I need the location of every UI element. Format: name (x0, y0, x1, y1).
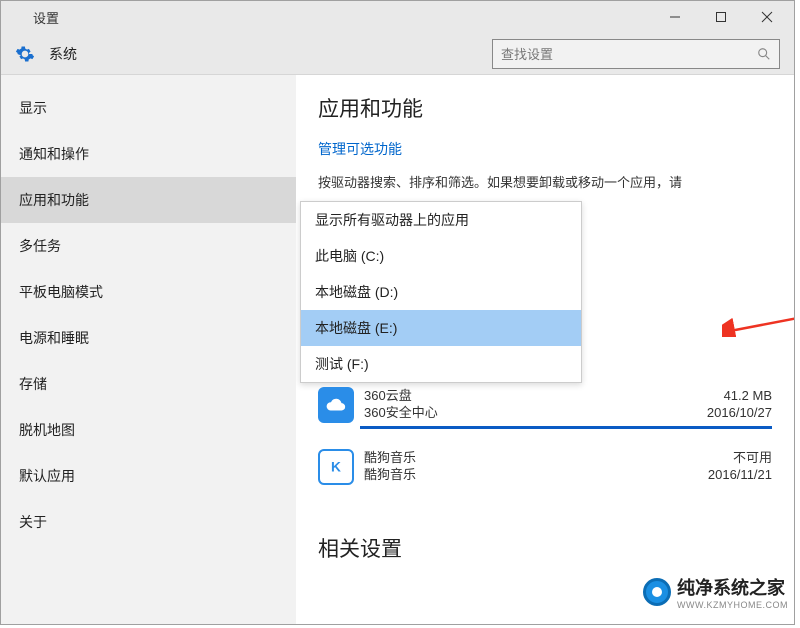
k-icon: K (318, 449, 354, 485)
minimize-button[interactable] (652, 2, 698, 32)
subheader: 系统 查找设置 (1, 33, 794, 75)
app-publisher: 酷狗音乐 (364, 467, 416, 484)
manage-optional-link[interactable]: 管理可选功能 (318, 139, 402, 159)
sidebar-item-default-apps[interactable]: 默认应用 (1, 453, 296, 499)
annotation-arrow-icon (722, 297, 794, 337)
dropdown-item-all[interactable]: 显示所有驱动器上的应用 (301, 202, 581, 238)
watermark: 纯净系统之家 WWW.KZMYHOME.COM (643, 574, 788, 610)
sidebar-item-maps[interactable]: 脱机地图 (1, 407, 296, 453)
sidebar-item-power[interactable]: 电源和睡眠 (1, 315, 296, 361)
dropdown-item-e[interactable]: 本地磁盘 (E:) (301, 310, 581, 346)
gear-icon (15, 44, 35, 64)
window-title: 设置 (33, 8, 59, 27)
search-placeholder: 查找设置 (501, 44, 757, 63)
description-text: 按驱动器搜索、排序和筛选。如果想要卸载或移动一个应用，请 (318, 173, 772, 193)
related-heading: 相关设置 (318, 533, 772, 563)
close-button[interactable] (744, 2, 790, 32)
app-row[interactable]: K 酷狗音乐 酷狗音乐 不可用 2016/11/21 (318, 445, 772, 489)
app-publisher: 360安全中心 (364, 405, 438, 422)
sidebar-item-about[interactable]: 关于 (1, 499, 296, 545)
svg-text:K: K (331, 459, 341, 474)
app-row[interactable]: 360云盘 360安全中心 41.2 MB 2016/10/27 (318, 383, 772, 427)
cloud-icon (318, 387, 354, 423)
dropdown-item-f[interactable]: 测试 (F:) (301, 346, 581, 382)
main-panel: 应用和功能 管理可选功能 按驱动器搜索、排序和筛选。如果想要卸载或移动一个应用，… (296, 75, 794, 624)
dropdown-item-c[interactable]: 此电脑 (C:) (301, 238, 581, 274)
sidebar-item-storage[interactable]: 存储 (1, 361, 296, 407)
app-name: 酷狗音乐 (364, 450, 416, 467)
titlebar: 设置 (1, 1, 794, 33)
drive-filter-dropdown: 显示所有驱动器上的应用 此电脑 (C:) 本地磁盘 (D:) 本地磁盘 (E:)… (300, 201, 582, 383)
sidebar: 显示 通知和操作 应用和功能 多任务 平板电脑模式 电源和睡眠 存储 脱机地图 … (1, 75, 296, 624)
watermark-icon (643, 578, 671, 606)
app-date: 2016/11/21 (708, 467, 772, 484)
sidebar-item-multitask[interactable]: 多任务 (1, 223, 296, 269)
sidebar-item-display[interactable]: 显示 (1, 85, 296, 131)
search-icon (757, 47, 771, 61)
sidebar-item-tablet[interactable]: 平板电脑模式 (1, 269, 296, 315)
watermark-url: WWW.KZMYHOME.COM (677, 600, 788, 610)
section-title: 系统 (49, 44, 77, 64)
app-list: 360云盘 360安全中心 41.2 MB 2016/10/27 K 酷狗音乐 … (318, 383, 772, 489)
watermark-text: 纯净系统之家 (677, 574, 788, 600)
app-date: 2016/10/27 (707, 405, 772, 422)
app-size: 41.2 MB (707, 388, 772, 405)
app-size: 不可用 (708, 450, 772, 467)
maximize-button[interactable] (698, 2, 744, 32)
sidebar-item-notifications[interactable]: 通知和操作 (1, 131, 296, 177)
page-heading: 应用和功能 (318, 93, 772, 123)
sidebar-item-apps[interactable]: 应用和功能 (1, 177, 296, 223)
search-input[interactable]: 查找设置 (492, 39, 780, 69)
app-name: 360云盘 (364, 388, 438, 405)
dropdown-item-d[interactable]: 本地磁盘 (D:) (301, 274, 581, 310)
